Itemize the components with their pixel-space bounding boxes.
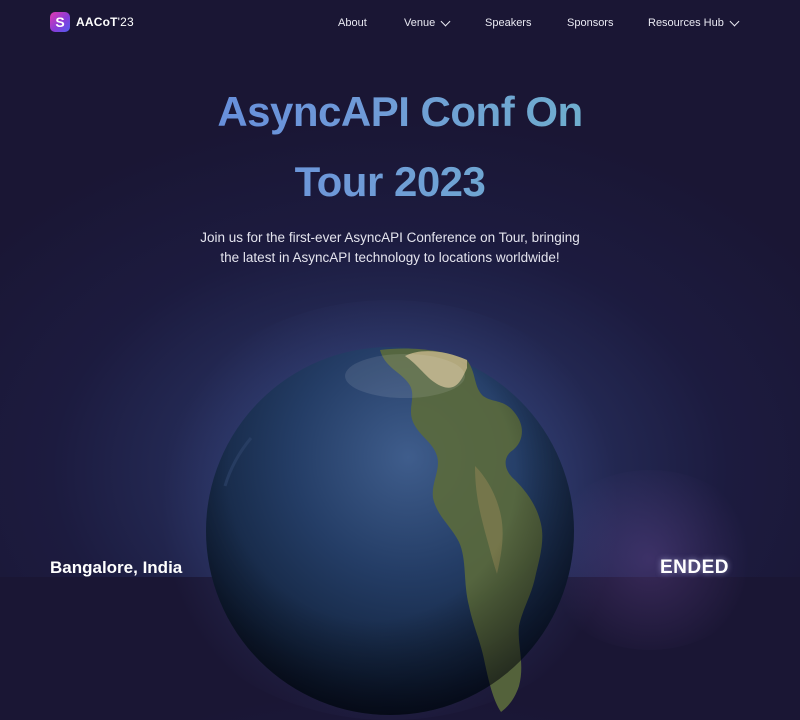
- logo-text: AACoT'23: [76, 15, 134, 29]
- logo-link[interactable]: S AACoT'23: [50, 12, 134, 32]
- nav-venue-label: Venue: [404, 17, 436, 29]
- logo-year: '23: [117, 15, 134, 29]
- nav-speakers-link[interactable]: Speakers: [485, 17, 531, 29]
- hero-title-line1: AsyncAPI Conf On: [0, 88, 800, 136]
- chevron-down-icon: [729, 16, 740, 26]
- nav-about-link[interactable]: About: [338, 17, 367, 29]
- earth-globe-image: [206, 347, 574, 715]
- nav-resources-dropdown[interactable]: Resources Hub: [648, 16, 740, 29]
- nav-speakers-label: Speakers: [485, 17, 532, 29]
- hero-subtitle: Join us for the first-ever AsyncAPI Conf…: [200, 230, 580, 265]
- navbar: S AACoT'23 About Venue Speakers Sponsors…: [0, 0, 800, 46]
- nav-resources-label: Resources Hub: [648, 17, 724, 29]
- chevron-down-icon: [440, 16, 451, 26]
- nav-venue-dropdown[interactable]: Venue: [404, 16, 451, 29]
- nav-sponsors-label: Sponsors: [567, 17, 614, 29]
- logo-icon: S: [50, 12, 70, 32]
- nav-sponsors-link[interactable]: Sponsors: [567, 17, 613, 29]
- event-status-badge: ENDED: [660, 557, 730, 578]
- hero-title-line2: Tour 2023: [0, 158, 790, 206]
- nav-about-label: About: [338, 17, 367, 29]
- logo-name: AACoT: [76, 15, 118, 29]
- event-location: Bangalore, India: [50, 558, 183, 577]
